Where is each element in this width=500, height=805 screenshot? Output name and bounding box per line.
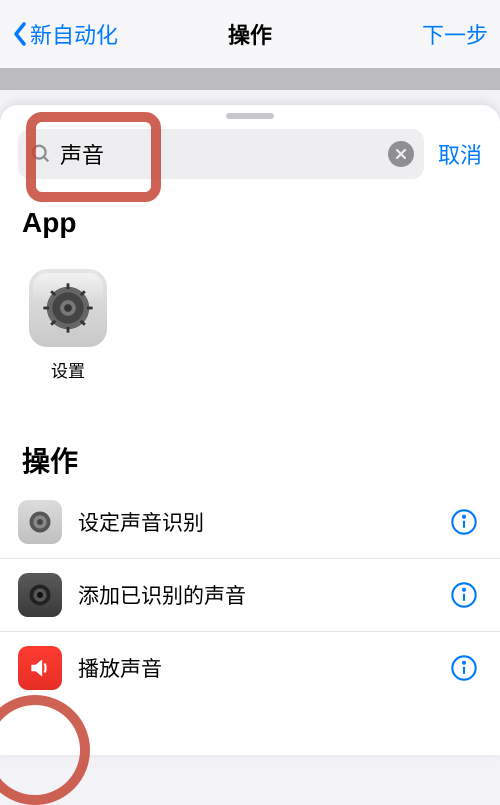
apps-grid: 设置 xyxy=(0,245,500,392)
backdrop-dim xyxy=(0,68,500,90)
action-label: 设定声音识别 xyxy=(78,507,434,537)
action-row-sound-recognition[interactable]: 设定声音识别 xyxy=(0,486,500,559)
action-row-add-recognized-sound[interactable]: 添加已识别的声音 xyxy=(0,559,500,632)
cancel-button[interactable]: 取消 xyxy=(438,138,482,170)
back-label: 新自动化 xyxy=(30,18,118,50)
play-sound-icon xyxy=(18,646,62,690)
search-row: 取消 xyxy=(0,125,500,189)
info-icon[interactable] xyxy=(450,654,478,682)
speaker-icon xyxy=(27,655,53,681)
settings-app-icon xyxy=(29,269,107,347)
actions-list: 设定声音识别 添加已识别的声音 播放声音 xyxy=(0,486,500,690)
add-sound-icon xyxy=(18,573,62,617)
chevron-left-icon xyxy=(12,21,28,47)
gear-icon xyxy=(25,580,55,610)
action-label: 播放声音 xyxy=(78,653,434,683)
action-label: 添加已识别的声音 xyxy=(78,580,434,610)
sheet-grabber[interactable] xyxy=(226,113,274,119)
section-title-actions: 操作 xyxy=(0,422,500,486)
x-icon xyxy=(395,148,407,160)
action-row-play-sound[interactable]: 播放声音 xyxy=(0,632,500,690)
next-button[interactable]: 下一步 xyxy=(422,18,488,50)
info-icon[interactable] xyxy=(450,508,478,536)
search-icon xyxy=(30,143,52,165)
search-input[interactable] xyxy=(60,141,388,167)
search-field[interactable] xyxy=(18,129,424,179)
search-sheet: 取消 App xyxy=(0,105,500,755)
section-title-apps: App xyxy=(0,189,500,245)
app-label: 设置 xyxy=(18,357,118,382)
back-button[interactable]: 新自动化 xyxy=(12,18,118,50)
nav-bar: 新自动化 操作 下一步 xyxy=(0,0,500,68)
gear-icon xyxy=(40,280,96,336)
clear-search-button[interactable] xyxy=(388,141,414,167)
info-icon[interactable] xyxy=(450,581,478,609)
app-item-settings[interactable]: 设置 xyxy=(18,269,118,382)
sound-recognition-icon xyxy=(18,500,62,544)
gear-icon xyxy=(25,507,55,537)
